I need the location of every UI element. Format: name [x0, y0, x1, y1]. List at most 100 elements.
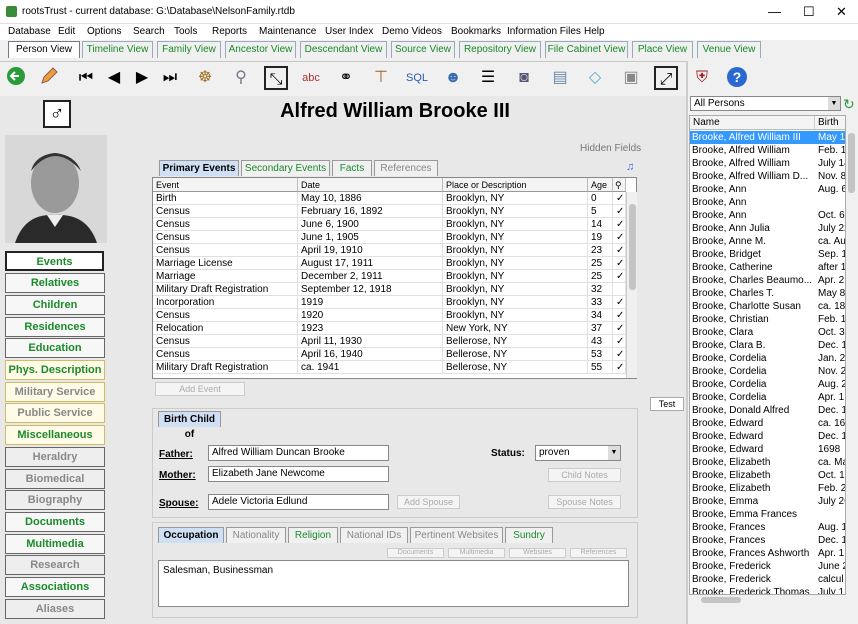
documents-button[interactable]: Documents	[387, 548, 444, 558]
person-list-item[interactable]: Brooke, Ann Aug. 6	[690, 183, 845, 196]
person-list-item[interactable]: Brooke, Cordelia Jan. 2	[690, 352, 845, 365]
sidebar-relatives[interactable]: Relatives	[5, 273, 105, 293]
person-list-item[interactable]: Brooke, Edward Dec. 1	[690, 430, 845, 443]
person-list-item[interactable]: Brooke, Frances Ashworth Apr. 1	[690, 547, 845, 560]
person-list-item[interactable]: Brooke, Ann Oct. 6,	[690, 209, 845, 222]
websites-button[interactable]: Websites	[509, 548, 566, 558]
eraser-icon[interactable]: ◇	[583, 66, 607, 90]
list-scrollbar-vertical[interactable]	[846, 129, 857, 595]
people-icon[interactable]: ☻	[441, 66, 465, 90]
person-list-item[interactable]: Brooke, Alfred William July 14	[690, 157, 845, 170]
dropdown-arrow-icon[interactable]: ▼	[608, 446, 620, 460]
first-record-icon[interactable]: ⏮	[74, 66, 98, 90]
previous-record-icon[interactable]: ◀	[102, 66, 126, 90]
event-row[interactable]: Military Draft Registration ca. 1941 Belle…	[153, 361, 626, 374]
back-arrow-icon[interactable]	[4, 66, 28, 90]
tab-person-view[interactable]: Person View	[8, 41, 80, 58]
filter-select[interactable]: All Persons ▼	[690, 96, 841, 111]
sidebar-miscellaneous[interactable]: Miscellaneous	[5, 425, 105, 445]
tab-pertinent-websites[interactable]: Pertinent Websites	[410, 527, 503, 543]
mother-field[interactable]: Elizabeth Jane Newcome	[208, 466, 389, 482]
person-list-item[interactable]: Brooke, Frederick Thomas July 1	[690, 586, 845, 594]
tab-family-view[interactable]: Family View	[157, 41, 221, 58]
person-list-item[interactable]: Brooke, Cordelia Apr. 1	[690, 391, 845, 404]
sidebar-multimedia[interactable]: Multimedia	[5, 534, 105, 554]
male-sex-icon[interactable]: ♂	[43, 100, 71, 128]
tab-occupation[interactable]: Occupation	[158, 527, 224, 543]
person-list-item[interactable]: Brooke, Catherine after 1	[690, 261, 845, 274]
minimize-icon[interactable]: —	[768, 4, 781, 19]
events-scrollbar[interactable]	[626, 192, 637, 378]
person-list-item[interactable]: Brooke, Charlotte Susan ca. 18	[690, 300, 845, 313]
person-list-item[interactable]: Brooke, Ann Julia July 22	[690, 222, 845, 235]
father-field[interactable]: Alfred William Duncan Brooke	[208, 445, 389, 461]
filter-dropdown-arrow-icon[interactable]: ▼	[828, 97, 840, 110]
col-header-event[interactable]: Event	[153, 178, 298, 192]
person-list-item[interactable]: Brooke, Cordelia Aug. 2	[690, 378, 845, 391]
document-icon[interactable]: ▤	[548, 66, 572, 90]
add-spouse-button[interactable]: Add Spouse	[397, 495, 460, 509]
sidebar-research[interactable]: Research	[5, 555, 105, 575]
tab-file-cabinet-view[interactable]: File Cabinet View	[545, 41, 628, 58]
person-list-item[interactable]: Brooke, Elizabeth Feb. 2	[690, 482, 845, 495]
camera-icon[interactable]: ◙	[512, 66, 536, 90]
tab-place-view[interactable]: Place View	[632, 41, 693, 58]
person-list-item[interactable]: Brooke, Bridget Sep. 1	[690, 248, 845, 261]
menu-demo-videos[interactable]: Demo Videos	[382, 26, 442, 37]
person-list-item[interactable]: Brooke, Anne M. ca. Au	[690, 235, 845, 248]
event-row[interactable]: Relocation 1923 New York, NY 37 ✓	[153, 322, 626, 335]
tab-references[interactable]: References	[374, 160, 438, 176]
event-row[interactable]: Census February 16, 1892 Brooklyn, NY 5 ✓	[153, 205, 626, 218]
photo-icon[interactable]: ▣	[619, 66, 643, 90]
event-row[interactable]: Military Draft Registration September 12,…	[153, 283, 626, 296]
person-list-item[interactable]: Brooke, Alfred William III May 1	[690, 131, 845, 144]
menu-options[interactable]: Options	[87, 26, 121, 37]
tab-facts[interactable]: Facts	[332, 160, 372, 176]
close-icon[interactable]: ✕	[836, 4, 847, 20]
tab-birth-child-of[interactable]: Birth Child of	[158, 411, 221, 440]
help-icon[interactable]: ?	[725, 66, 749, 90]
person-list-item[interactable]: Brooke, Christian Feb. 1	[690, 313, 845, 326]
menu-bookmarks[interactable]: Bookmarks	[451, 26, 501, 37]
tab-religion[interactable]: Religion	[288, 527, 338, 543]
person-list-item[interactable]: Brooke, Clara Oct. 3	[690, 326, 845, 339]
person-list-item[interactable]: Brooke, Frances Dec. 1	[690, 534, 845, 547]
sidebar-public-service[interactable]: Public Service	[5, 403, 105, 423]
tab-nationality[interactable]: Nationality	[226, 527, 286, 543]
pencil-icon[interactable]	[36, 66, 60, 90]
event-row[interactable]: Census June 1, 1905 Brooklyn, NY 19 ✓	[153, 231, 626, 244]
test-button[interactable]: Test	[650, 397, 684, 411]
person-list-item[interactable]: Brooke, Donald Alfred Dec. 1	[690, 404, 845, 417]
spouse-notes-button[interactable]: Spouse Notes	[548, 495, 621, 509]
event-row[interactable]: Incorporation 1919 Brooklyn, NY 33 ✓	[153, 296, 626, 309]
person-list-item[interactable]: Brooke, Frederick June 2	[690, 560, 845, 573]
list-scrollbar-horizontal[interactable]	[689, 595, 846, 605]
translate-icon[interactable]: SQL	[405, 66, 429, 90]
menu-user-index[interactable]: User Index	[325, 26, 373, 37]
menu-edit[interactable]: Edit	[58, 26, 75, 37]
event-row[interactable]: Census June 6, 1900 Brooklyn, NY 14 ✓	[153, 218, 626, 231]
child-notes-button[interactable]: Child Notes	[548, 468, 621, 482]
person-list-item[interactable]: Brooke, Charles T. May 8	[690, 287, 845, 300]
col-header-date[interactable]: Date	[298, 178, 443, 192]
event-row[interactable]: Birth May 10, 1886 Brooklyn, NY 0 ✓	[153, 192, 626, 205]
person-list-item[interactable]: Brooke, Edward ca. 16	[690, 417, 845, 430]
list-icon[interactable]: ☰	[476, 66, 500, 90]
spouse-field[interactable]: Adele Victoria Edlund	[208, 494, 389, 510]
tab-sundry[interactable]: Sundry	[505, 527, 553, 543]
person-list-item[interactable]: Brooke, Cordelia Nov. 2	[690, 365, 845, 378]
event-row[interactable]: Marriage License August 17, 1911 Brooklyn,…	[153, 257, 626, 270]
person-list-item[interactable]: Brooke, Elizabeth ca. Ma	[690, 456, 845, 469]
sidebar-associations[interactable]: Associations	[5, 577, 105, 597]
person-list-item[interactable]: Brooke, Emma Frances	[690, 508, 845, 521]
tab-venue-view[interactable]: Venue View	[697, 41, 761, 58]
person-list-item[interactable]: Brooke, Emma July 26	[690, 495, 845, 508]
person-list-item[interactable]: Brooke, Charles Beaumo... Apr. 2	[690, 274, 845, 287]
person-list-item[interactable]: Brooke, Alfred William D... Nov. 8	[690, 170, 845, 183]
person-list-item[interactable]: Brooke, Edward 1698	[690, 443, 845, 456]
person-list-item[interactable]: Brooke, Clara B. Dec. 1	[690, 339, 845, 352]
sidebar-documents[interactable]: Documents	[5, 512, 105, 532]
maximize-icon[interactable]: ☐	[803, 4, 815, 20]
binoculars-icon[interactable]: ⚭	[334, 66, 358, 90]
table-icon[interactable]: ⊤	[369, 66, 393, 90]
